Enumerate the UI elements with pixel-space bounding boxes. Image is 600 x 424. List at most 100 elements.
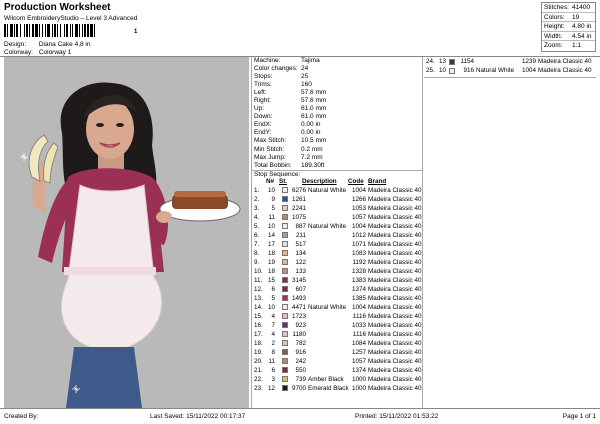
color-swatch — [282, 232, 288, 239]
stop-row: 1. 10 6276 Natural White 1004 Madeira Classic… — [252, 186, 422, 195]
thread-description: Natural White — [308, 186, 347, 194]
info-label: Trims: — [254, 81, 272, 89]
thread-brand: Madeira Classic 40 — [368, 267, 422, 275]
stop-index: 9. — [254, 258, 260, 266]
stitch-count: 133 — [295, 267, 306, 275]
stat-stitches: Stitches: 41400 — [542, 3, 595, 13]
color-swatch — [282, 196, 288, 203]
stop-row: 10. 18 133 1328 Madeira Classic 40 — [252, 267, 422, 276]
thread-code: 1374 — [351, 285, 366, 293]
thread-code: 1004 — [521, 67, 536, 74]
printed-date: Printed: 15/11/2022 01:53:22 — [355, 413, 439, 420]
stop-index: 16. — [254, 321, 263, 329]
thread-description: Emerald Black — [308, 384, 349, 392]
thread-brand: Madeira Classic 40 — [368, 384, 422, 392]
stop-sequence-list: 1. 10 6276 Natural White 1004 Madeira Classic… — [252, 186, 422, 393]
stop-index: 2. — [254, 195, 260, 203]
stop-row: 9. 19 122 1192 Madeira Classic 40 — [252, 258, 422, 267]
stop-index: 14. — [254, 303, 263, 311]
design-name-row: Design: Diana Cake 4,8 in — [4, 41, 90, 48]
info-value: 10.5 mm — [301, 137, 327, 145]
stop-row: 11. 15 3145 1383 Madeira Classic 40 — [252, 276, 422, 285]
thread-brand: Madeira Classic 40 — [368, 321, 422, 329]
stat-width: Width: 4.54 in — [542, 32, 595, 42]
info-label: Max Stitch: — [254, 137, 287, 145]
thread-description: Natural White — [476, 67, 515, 74]
machine-info-row: Right: 57.6 mm — [252, 97, 422, 105]
needle-number: 4 — [271, 312, 275, 320]
color-swatch — [282, 313, 288, 320]
info-label: EndY: — [254, 129, 272, 137]
needle-number: 6 — [271, 366, 275, 374]
color-swatch — [282, 358, 288, 365]
colorway-label: Colorway: — [4, 49, 33, 56]
colorway-value: Colorway 1 — [38, 49, 72, 56]
thread-brand: Madeira Classic 40 — [368, 348, 422, 356]
color-swatch — [282, 385, 288, 392]
needle-number: 11 — [268, 213, 275, 221]
info-label: Right: — [254, 97, 271, 105]
thread-code: 1383 — [351, 276, 366, 284]
stop-index: 24. — [426, 58, 435, 65]
barcode — [4, 24, 95, 37]
stop-index: 6. — [254, 231, 260, 239]
info-value: 0.00 in — [301, 121, 321, 129]
embroidery-illustration — [20, 82, 241, 408]
stitch-count: 1075 — [291, 213, 306, 221]
thread-brand: Madeira Classic 40 — [368, 285, 422, 293]
worksheet-page: Production Worksheet Wilcom EmbroiderySt… — [0, 0, 600, 424]
machine-info-row: EndY: 0.00 in — [252, 129, 422, 137]
stitch-count: 9700 — [291, 384, 306, 392]
stitch-count: 1154 — [460, 58, 474, 65]
stop-index: 23. — [254, 384, 263, 392]
needle-number: 11 — [268, 357, 275, 365]
thread-code: 1012 — [351, 231, 366, 239]
stop-row: 15. 4 1723 1116 Madeira Classic 40 — [252, 312, 422, 321]
stop-row: 5. 10 887 Natural White 1004 Madeira Classic … — [252, 222, 422, 231]
needle-number: 14 — [267, 231, 275, 239]
stop-index: 12. — [254, 285, 263, 293]
needle-number: 18 — [267, 267, 275, 275]
machine-info-row: Max Stitch: 10.5 mm — [252, 137, 422, 145]
thread-code: 1374 — [351, 366, 366, 374]
stitch-count: 1723 — [291, 312, 306, 320]
stop-index: 21. — [254, 366, 263, 374]
color-swatch — [282, 241, 288, 248]
stop-row: 25. 10 916 Natural White 1004 Madeira Classic… — [424, 66, 596, 75]
software-subtitle: Wilcom EmbroideryStudio – Level 3 Advanc… — [4, 15, 138, 22]
thread-code: 1053 — [351, 204, 366, 212]
stitch-count: 923 — [295, 321, 306, 329]
thread-code: 1257 — [351, 348, 366, 356]
machine-info-row: Trims: 160 — [252, 81, 422, 89]
stitch-count: 887 — [295, 222, 306, 230]
color-swatch — [282, 187, 288, 194]
stop-index: 17. — [254, 330, 263, 338]
thread-brand: Madeira Classic 40 — [368, 231, 422, 239]
machine-info-panel: Machine: Tajima Color changes: 24 Stops: 25 Tr… — [251, 57, 423, 408]
thread-brand: Madeira Classic 40 — [368, 375, 422, 383]
stop-index: 10. — [254, 267, 263, 275]
color-swatch — [282, 295, 288, 302]
color-swatch — [282, 277, 288, 284]
stitch-count: 517 — [295, 240, 306, 248]
stop-index: 7. — [254, 240, 260, 248]
stitch-count: 1261 — [291, 195, 306, 203]
stop-row: 24. 13 1154 1239 Madeira Classic 40 — [424, 57, 596, 66]
color-swatch — [282, 214, 288, 221]
stop-index: 11. — [254, 276, 263, 284]
stitch-count: 782 — [295, 339, 306, 347]
stop-index: 3. — [254, 204, 260, 212]
thread-code: 1004 — [351, 222, 366, 230]
needle-number: 15 — [267, 276, 275, 284]
color-swatch — [282, 286, 288, 293]
needle-number: 12 — [267, 384, 275, 392]
stop-index: 1. — [254, 186, 260, 194]
machine-info-list: Machine: Tajima Color changes: 24 Stops: 25 Tr… — [252, 57, 422, 170]
stop-row: 23. 12 9700 Emerald Black 1000 Madeira Classi… — [252, 384, 422, 393]
thread-brand: Madeira Classic 40 — [368, 258, 422, 266]
barcode-tail-text: 1 — [134, 29, 138, 35]
machine-info-row: Up: 61.0 mm — [252, 105, 422, 113]
info-value: 7.2 mm — [301, 153, 323, 161]
thread-brand: Madeira Classic 40 — [368, 303, 422, 311]
thread-code: 1000 — [351, 384, 366, 392]
